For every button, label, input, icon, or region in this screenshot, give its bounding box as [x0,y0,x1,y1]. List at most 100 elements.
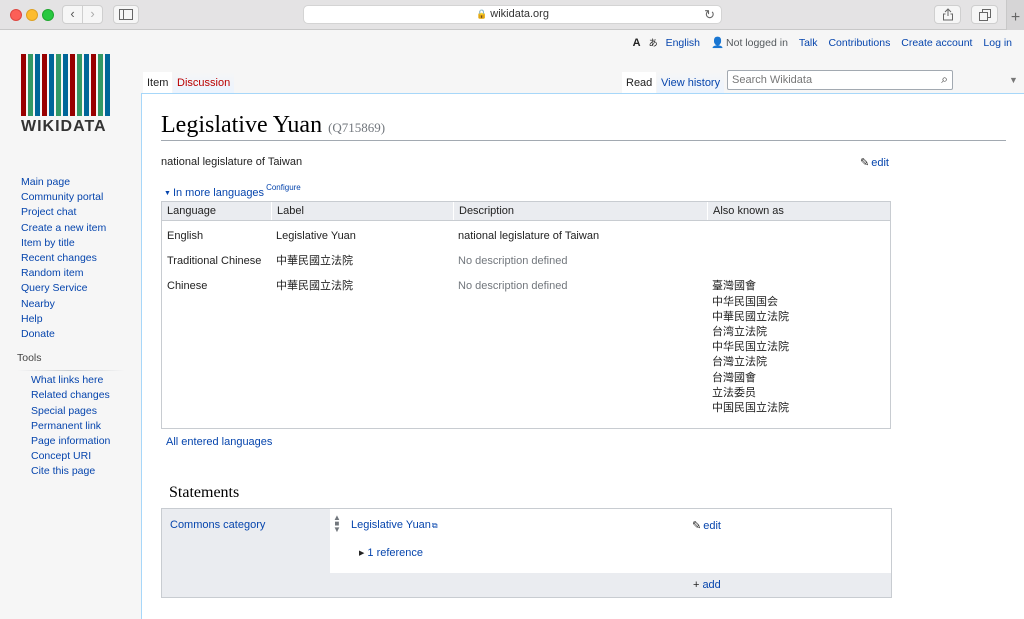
language-cell: Chinese [167,280,208,293]
property-link[interactable]: Commons category [170,519,265,531]
sidebar-item-nearby[interactable]: Nearby [21,297,131,312]
table-row: Traditional Chinese 中華民國立法院 No descripti… [162,244,890,269]
minimize-window-button[interactable] [26,9,38,21]
tool-item-concept-uri[interactable]: Concept URI [31,449,131,464]
search-input[interactable] [728,71,928,89]
sidebar-item-project-chat[interactable]: Project chat [21,205,131,220]
search-icon[interactable]: ⌕ [941,72,948,87]
header-language: Language [167,205,216,217]
sidebar-item-item-by-title[interactable]: Item by title [21,236,131,251]
configure-link[interactable]: Configure [266,183,301,192]
aliases-cell: 臺灣國會 中华民国国会 中華民國立法院 台湾立法院 中华民国立法院 台灣立法院 台灣國會 立法… [707,279,889,416]
new-tab-button[interactable]: + [1006,0,1024,30]
search-box: ⌕ [727,70,953,90]
address-bar[interactable]: 🔒 wikidata.org ↻ [303,5,722,24]
back-button[interactable]: ‹ [62,5,83,24]
tool-item-page-information[interactable]: Page information [31,434,131,449]
logo-bar [70,54,75,116]
caret-right-icon: ▶ [359,550,365,557]
item-description: national legislature of Taiwan [161,156,303,168]
tool-item-special-pages[interactable]: Special pages [31,404,131,419]
log-in-link[interactable]: Log in [983,37,1012,49]
add-statement-link[interactable]: + add [693,579,721,591]
more-languages-label: In more languages [172,187,265,199]
logo-bar [28,54,33,116]
caret-down-icon: ▼ [164,190,171,197]
sidebar-item-random-item[interactable]: Random item [21,266,131,281]
tool-item-what-links-here[interactable]: What links here [31,373,131,388]
sidebar: Main page Community portal Project chat Cre… [17,175,131,480]
logo-bar [91,54,96,116]
sidebar-item-community-portal[interactable]: Community portal [21,190,131,205]
tool-item-permanent-link[interactable]: Permanent link [31,419,131,434]
sidebar-item-query-service[interactable]: Query Service [21,281,131,296]
statement-group: Commons category ▲ ■ ▼ Legislative Yuan⧉ ✎… [161,508,892,598]
tab-item[interactable]: Item [143,72,173,95]
reload-icon[interactable]: ↻ [704,6,715,23]
external-link-icon: ⧉ [431,521,438,530]
aliases-cell [707,254,889,269]
header-description: Description [453,202,707,220]
contributions-link[interactable]: Contributions [828,37,890,49]
table-row: Chinese 中華民國立法院 No description defined 臺… [162,269,890,416]
show-tabs-button[interactable] [971,5,998,24]
tools-heading: Tools [17,352,42,365]
logo-bar [98,54,103,116]
statement-value-link[interactable]: Legislative Yuan⧉ [351,519,438,531]
share-button[interactable] [934,5,961,24]
sidebar-item-recent-changes[interactable]: Recent changes [21,251,131,266]
tab-discussion[interactable]: Discussion [173,72,235,95]
language-link[interactable]: English [666,37,700,49]
label-cell: 中華民國立法院 [276,255,353,268]
label-cell: Legislative Yuan [276,230,356,242]
user-icon: 👤 [710,37,725,49]
sidebar-item-main-page[interactable]: Main page [21,175,131,190]
talk-link[interactable]: Talk [799,37,818,49]
logo-bar [42,54,47,116]
alias-item: 中华民国国会 [712,295,778,308]
sidebar-item-help[interactable]: Help [21,312,131,327]
language-icon[interactable]: Aあ [633,37,658,49]
language-cell: English [167,230,204,242]
personal-tools: A あ English 👤 Not logged in Talk Contributi… [625,36,1012,49]
edit-label: edit [703,520,721,532]
aliases-cell [707,229,889,244]
wiki-page: WIKIDATA A あ English 👤 Not logged in Talk C… [0,30,1024,619]
sidebar-item-create-a-new-item[interactable]: Create a new item [21,221,131,236]
logo-bar [21,54,26,116]
tool-item-related-changes[interactable]: Related changes [31,388,131,403]
references-toggle[interactable]: ▶ 1 reference [359,547,423,559]
page-title: Legislative Yuan [161,112,323,138]
tool-item-cite-this-page[interactable]: Cite this page [31,464,131,479]
more-menu-chevron-icon[interactable]: ▼ [1009,75,1018,85]
pencil-icon: ✎ [860,157,870,169]
logo-bar [35,54,40,116]
lock-icon: 🔒 [476,9,488,19]
sidebar-toggle-button[interactable] [113,5,139,24]
edit-description-link[interactable]: ✎ edit [860,156,889,169]
forward-button[interactable]: › [82,5,103,24]
zoom-window-button[interactable] [42,9,54,21]
tab-read[interactable]: Read [622,72,657,95]
sidebar-navigation: Main page Community portal Project chat Cre… [21,175,131,342]
all-entered-languages-link[interactable]: All entered languages [166,436,272,448]
sidebar-divider [17,370,125,372]
references-label: 1 reference [367,547,424,559]
rank-selector-icon[interactable]: ▲ ■ ▼ [333,514,341,534]
more-languages-toggle[interactable]: ▼ In more languages Configure [164,183,301,199]
label-cell: 中華民國立法院 [276,280,353,293]
logo-barcode [21,54,119,116]
logo-bar [56,54,61,116]
plus-icon: + [693,579,700,591]
logo-bar [63,54,68,116]
close-window-button[interactable] [10,9,22,21]
sidebar-tools: What links here Related changes Special pa… [21,373,131,479]
create-account-link[interactable]: Create account [901,37,972,49]
alias-item: 臺灣國會 [712,280,756,293]
wikidata-logo[interactable]: WIKIDATA [21,54,119,136]
logo-text: WIKIDATA [21,118,107,135]
sidebar-item-donate[interactable]: Donate [21,327,131,342]
tab-view-history[interactable]: View history [657,72,725,95]
language-cell: Traditional Chinese [167,255,262,268]
edit-statement-link[interactable]: ✎ edit [692,519,721,532]
